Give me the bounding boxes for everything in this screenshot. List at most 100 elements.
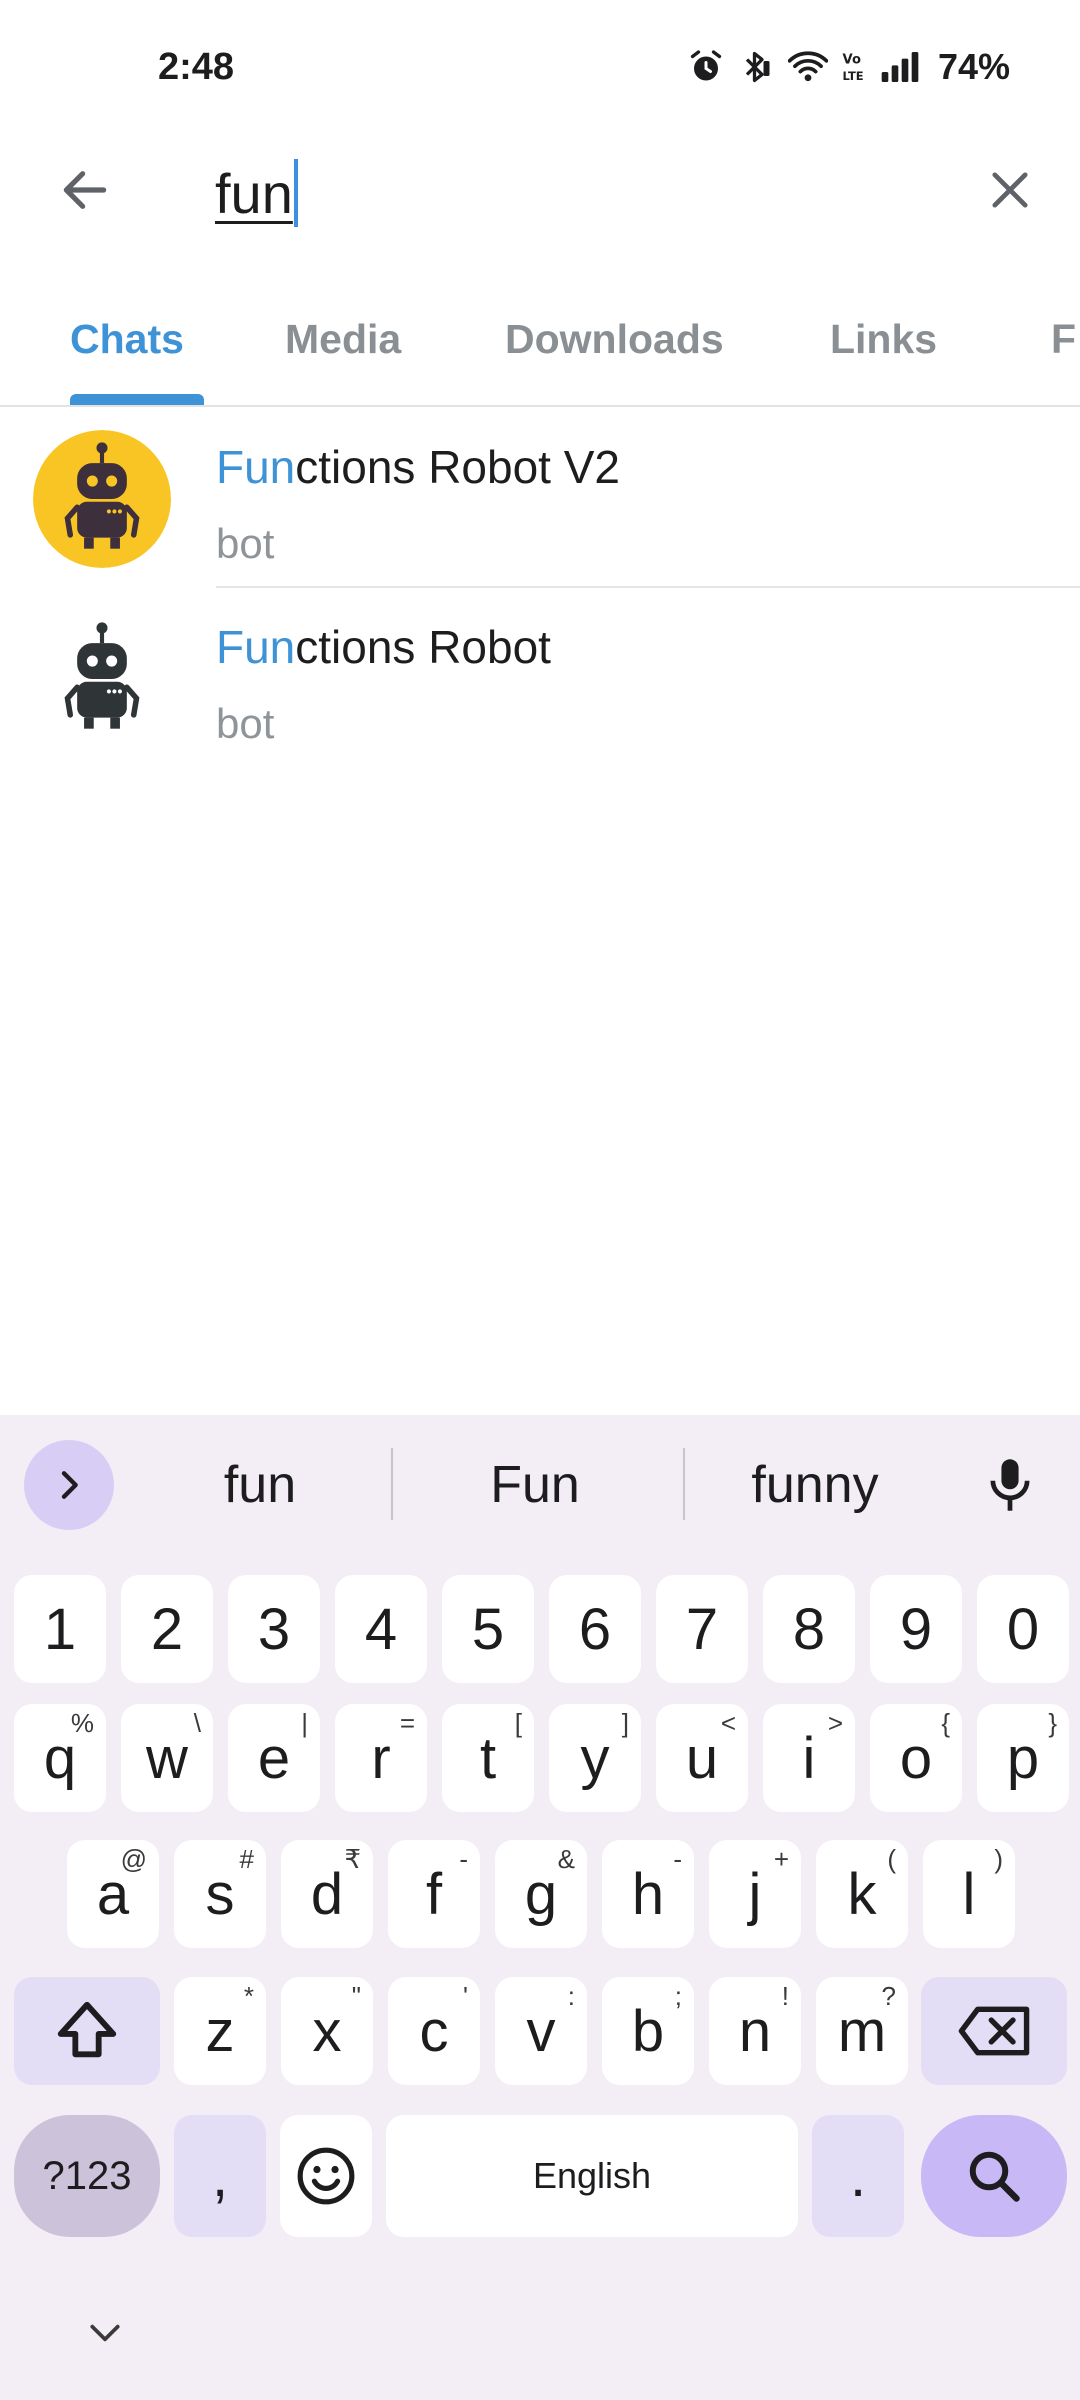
key-hint: - xyxy=(459,1844,468,1874)
key-9[interactable]: 9 xyxy=(870,1575,962,1683)
suggestion-chip[interactable]: fun xyxy=(140,1450,380,1520)
key-hint: ' xyxy=(463,1981,468,2011)
key-8[interactable]: 8 xyxy=(763,1575,855,1683)
text-cursor xyxy=(293,159,298,227)
close-icon xyxy=(992,172,1028,208)
tab-files-partial[interactable]: F xyxy=(1051,316,1076,363)
hide-keyboard-button[interactable] xyxy=(75,2308,135,2358)
suggestion-chip[interactable]: funny xyxy=(695,1450,935,1520)
robot-dark-avatar xyxy=(64,622,140,729)
key-e[interactable]: e | xyxy=(228,1704,320,1812)
key-hint: % xyxy=(70,1708,94,1738)
svg-text:LTE: LTE xyxy=(842,69,863,83)
suggestion-expand-button[interactable] xyxy=(24,1440,114,1530)
key-7[interactable]: 7 xyxy=(656,1575,748,1683)
list-item[interactable]: Functions Robot V2 bot xyxy=(0,410,1080,592)
wifi-icon xyxy=(787,51,828,82)
symbols-key[interactable]: ?123 xyxy=(14,2115,160,2237)
key-hint: # xyxy=(239,1844,254,1874)
list-item[interactable]: Functions Robot bot xyxy=(0,590,1080,772)
microphone-icon xyxy=(990,1459,1030,1511)
key-q[interactable]: q% xyxy=(14,1704,106,1812)
key-hint: ( xyxy=(887,1844,896,1874)
key-z[interactable]: z * xyxy=(174,1977,266,2085)
result-title: Functions Robot xyxy=(216,620,551,674)
title-rest: ctions Robot xyxy=(295,621,551,673)
search-action-key[interactable] xyxy=(921,2115,1067,2237)
key-label: 0 xyxy=(1006,1596,1040,1662)
key-n[interactable]: n! xyxy=(709,1977,801,2085)
key-hint: @ xyxy=(120,1844,147,1874)
emoji-icon xyxy=(297,2147,355,2205)
key-hint: [ xyxy=(514,1708,522,1738)
tab-media[interactable]: Media xyxy=(285,316,401,363)
key-b[interactable]: b; xyxy=(602,1977,694,2085)
key-c[interactable]: c ' xyxy=(388,1977,480,2085)
key-hint: + xyxy=(773,1844,789,1874)
comma-key[interactable]: , xyxy=(174,2115,266,2237)
alarm-icon xyxy=(690,50,722,81)
key-label: c xyxy=(419,1998,449,2064)
key-k[interactable]: k( xyxy=(816,1840,908,1948)
key-d[interactable]: d ₹ xyxy=(281,1840,373,1948)
backspace-key[interactable] xyxy=(921,1977,1067,2085)
key-t[interactable]: t[ xyxy=(442,1704,534,1812)
space-bar[interactable]: English xyxy=(386,2115,798,2237)
key-4[interactable]: 4 xyxy=(335,1575,427,1683)
key-m[interactable]: m? xyxy=(816,1977,908,2085)
key-0[interactable]: 0 xyxy=(977,1575,1069,1683)
key-o[interactable]: o{ xyxy=(870,1704,962,1812)
key-label: 9 xyxy=(899,1596,933,1662)
key-l[interactable]: l) xyxy=(923,1840,1015,1948)
clear-search-button[interactable] xyxy=(965,150,1055,230)
voice-input-button[interactable] xyxy=(970,1445,1050,1525)
suggestion-chip[interactable]: Fun xyxy=(415,1450,655,1520)
key-a[interactable]: a @ xyxy=(67,1840,159,1948)
key-h[interactable]: h- xyxy=(602,1840,694,1948)
key-1[interactable]: 1 xyxy=(14,1575,106,1683)
period-key[interactable]: . xyxy=(812,2115,904,2237)
tab-downloads[interactable]: Downloads xyxy=(505,316,724,363)
key-p[interactable]: p} xyxy=(977,1704,1069,1812)
key-f[interactable]: f- xyxy=(388,1840,480,1948)
key-u[interactable]: u < xyxy=(656,1704,748,1812)
key-3[interactable]: 3 xyxy=(228,1575,320,1683)
key-label: 6 xyxy=(578,1596,612,1662)
key-6[interactable]: 6 xyxy=(549,1575,641,1683)
chevron-right-icon xyxy=(61,1471,78,1499)
key-hint: ₹ xyxy=(344,1844,361,1874)
key-v[interactable]: v: xyxy=(495,1977,587,2085)
status-bar: 2:48 Vo LTE 74% xyxy=(0,0,1080,140)
tab-links[interactable]: Links xyxy=(830,316,937,363)
key-label: x xyxy=(312,1998,342,2064)
key-i[interactable]: i > xyxy=(763,1704,855,1812)
key-hint: \ xyxy=(193,1708,201,1738)
key-5[interactable]: 5 xyxy=(442,1575,534,1683)
key-label: 5 xyxy=(471,1596,505,1662)
key-w[interactable]: w \ xyxy=(121,1704,213,1812)
key-hint: = xyxy=(399,1708,415,1738)
volte-icon: VoLTE xyxy=(842,53,863,83)
key-label: y xyxy=(580,1725,610,1791)
key-label: i xyxy=(802,1725,816,1791)
key-label: 7 xyxy=(685,1596,719,1662)
search-input[interactable]: fun xyxy=(215,148,955,238)
title-rest: ctions Robot V2 xyxy=(295,441,621,493)
suggestion-separator xyxy=(391,1448,393,1520)
shift-key[interactable] xyxy=(14,1977,160,2085)
key-2[interactable]: 2 xyxy=(121,1575,213,1683)
robot-yellow-avatar xyxy=(33,430,171,568)
key-r[interactable]: r = xyxy=(335,1704,427,1812)
key-g[interactable]: g & xyxy=(495,1840,587,1948)
result-subtitle: bot xyxy=(216,520,275,567)
emoji-key[interactable] xyxy=(280,2115,372,2237)
result-title: Functions Robot V2 xyxy=(216,440,620,494)
key-y[interactable]: y] xyxy=(549,1704,641,1812)
key-x[interactable]: x " xyxy=(281,1977,373,2085)
key-j[interactable]: j + xyxy=(709,1840,801,1948)
key-s[interactable]: s # xyxy=(174,1840,266,1948)
tab-chats[interactable]: Chats xyxy=(70,316,184,363)
back-arrow-icon xyxy=(63,171,107,209)
back-button[interactable] xyxy=(40,150,130,230)
key-hint: " xyxy=(351,1981,361,2011)
